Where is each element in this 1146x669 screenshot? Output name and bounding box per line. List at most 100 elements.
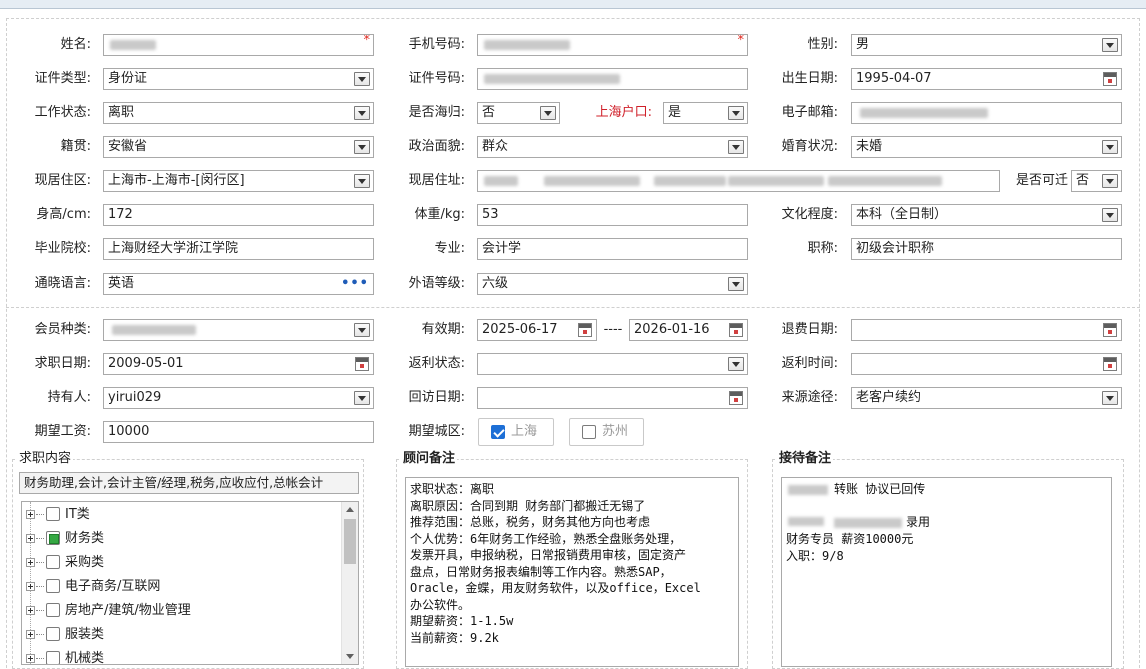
- tree-item-purchasing[interactable]: 采购类: [22, 552, 342, 574]
- height-field[interactable]: 172: [103, 204, 374, 226]
- political-select[interactable]: 群众: [477, 136, 748, 158]
- tree-item-it[interactable]: IT类: [22, 504, 342, 526]
- tree-item-machinery[interactable]: 机械类: [22, 648, 342, 664]
- expand-icon[interactable]: [26, 534, 35, 543]
- expand-icon[interactable]: [26, 606, 35, 615]
- checkbox-icon[interactable]: [46, 603, 60, 617]
- checkbox-icon[interactable]: [46, 555, 60, 569]
- expand-icon[interactable]: [26, 582, 35, 591]
- id-number-field[interactable]: [477, 68, 748, 90]
- refund-date-field[interactable]: [851, 319, 1122, 341]
- chevron-down-icon[interactable]: [728, 140, 744, 154]
- city-checkbox-shanghai[interactable]: 上海: [478, 418, 554, 446]
- chevron-down-icon[interactable]: [1102, 174, 1118, 188]
- holder-select[interactable]: yirui029: [103, 387, 374, 409]
- calendar-icon[interactable]: [1103, 72, 1117, 86]
- chevron-down-icon[interactable]: [728, 357, 744, 371]
- school-field[interactable]: 上海财经大学浙江学院: [103, 238, 374, 260]
- gender-select[interactable]: 男: [851, 34, 1122, 56]
- chevron-down-icon[interactable]: [354, 323, 370, 337]
- marital-select[interactable]: 未婚: [851, 136, 1122, 158]
- checkbox-partial-icon[interactable]: [46, 531, 60, 545]
- chevron-down-icon[interactable]: [1102, 140, 1118, 154]
- work-status-select[interactable]: 离职: [103, 102, 374, 124]
- job-summary-field[interactable]: 财务助理,会计,会计主管/经理,税务,应收应付,总帐会计: [19, 472, 359, 494]
- calendar-icon[interactable]: [578, 323, 592, 337]
- scroll-down-icon[interactable]: [346, 654, 354, 659]
- expand-icon[interactable]: [26, 654, 35, 663]
- revisit-date-field[interactable]: [477, 387, 748, 409]
- rebate-time-field[interactable]: [851, 353, 1122, 375]
- scroll-up-icon[interactable]: [346, 507, 354, 512]
- birth-date-label: 出生日期:: [781, 71, 838, 86]
- chevron-down-icon[interactable]: [354, 174, 370, 188]
- advisor-notes-textarea[interactable]: 求职状态：离职 离职原因：合同到期 财务部门都搬迁无锡了 推荐范围：总账，税务，…: [405, 477, 739, 667]
- scroll-thumb[interactable]: [344, 519, 356, 564]
- calendar-icon[interactable]: [355, 357, 369, 371]
- chevron-down-icon[interactable]: [354, 140, 370, 154]
- expected-salary-field[interactable]: 10000: [103, 421, 374, 443]
- native-place-select[interactable]: 安徽省: [103, 136, 374, 158]
- apply-date-field[interactable]: 2009-05-01: [103, 353, 374, 375]
- more-options-icon[interactable]: •••: [341, 276, 369, 292]
- chevron-down-icon[interactable]: [354, 106, 370, 120]
- education-select[interactable]: 本科（全日制）: [851, 204, 1122, 226]
- checkbox-icon[interactable]: [46, 507, 60, 521]
- name-field[interactable]: *: [103, 34, 374, 56]
- phone-field[interactable]: *: [477, 34, 748, 56]
- checkbox-icon[interactable]: [46, 627, 60, 641]
- checkbox-icon[interactable]: [582, 425, 596, 439]
- vertical-scrollbar[interactable]: [341, 502, 358, 664]
- tree-branch: [36, 514, 44, 515]
- address-field[interactable]: [477, 170, 1000, 192]
- major-field[interactable]: 会计学: [477, 238, 748, 260]
- calendar-icon[interactable]: [729, 323, 743, 337]
- valid-from-field[interactable]: 2025-06-17: [477, 319, 597, 341]
- city-checkbox-suzhou[interactable]: 苏州: [569, 418, 644, 446]
- tree-item-ecommerce[interactable]: 电子商务/互联网: [22, 576, 342, 598]
- expand-icon[interactable]: [26, 630, 35, 639]
- tree-item-finance[interactable]: 财务类: [22, 528, 342, 550]
- native-place-label: 籍贯:: [60, 139, 91, 154]
- calendar-icon[interactable]: [1103, 357, 1117, 371]
- job-title-field[interactable]: 初级会计职称: [851, 238, 1122, 260]
- note-line: 离职原因：合同到期 财务部门都搬迁无锡了: [410, 498, 646, 513]
- tree-item-realestate[interactable]: 房地产/建筑/物业管理: [22, 600, 342, 622]
- birth-date-field[interactable]: 1995-04-07: [851, 68, 1122, 90]
- calendar-icon[interactable]: [1103, 323, 1117, 337]
- reception-notes-textarea[interactable]: 转账 协议已回传 录用 财务专员 薪资10000元 入职：9/8: [781, 477, 1112, 667]
- expand-icon[interactable]: [26, 510, 35, 519]
- member-type-select[interactable]: [103, 319, 374, 341]
- overseas-select[interactable]: 否: [477, 102, 560, 124]
- checkbox-icon[interactable]: [46, 579, 60, 593]
- id-type-select[interactable]: 身份证: [103, 68, 374, 90]
- district-select[interactable]: 上海市-上海市-[闵行区]: [103, 170, 374, 192]
- id-number-label: 证件号码:: [408, 71, 465, 86]
- relocate-select[interactable]: 否: [1071, 170, 1122, 192]
- tree-branch: [36, 586, 44, 587]
- chevron-down-icon[interactable]: [728, 277, 744, 291]
- job-category-tree[interactable]: IT类 财务类 采购类 电子商务/互联网 房地产/建筑/物业管理 服装类 机械类: [21, 501, 359, 665]
- checkbox-icon[interactable]: [46, 651, 60, 664]
- weight-field[interactable]: 53: [477, 204, 748, 226]
- rebate-status-select[interactable]: [477, 353, 748, 375]
- redacted-text: [788, 485, 828, 495]
- chevron-down-icon[interactable]: [1102, 38, 1118, 52]
- hukou-select[interactable]: 是: [663, 102, 748, 124]
- tree-item-apparel[interactable]: 服装类: [22, 624, 342, 646]
- valid-to-field[interactable]: 2026-01-16: [629, 319, 748, 341]
- rebate-time-label: 返利时间:: [781, 356, 838, 371]
- source-select[interactable]: 老客户续约: [851, 387, 1122, 409]
- chevron-down-icon[interactable]: [354, 72, 370, 86]
- chevron-down-icon[interactable]: [540, 106, 556, 120]
- email-field[interactable]: [851, 102, 1122, 124]
- chevron-down-icon[interactable]: [728, 106, 744, 120]
- calendar-icon[interactable]: [729, 391, 743, 405]
- chevron-down-icon[interactable]: [1102, 391, 1118, 405]
- expand-icon[interactable]: [26, 558, 35, 567]
- chevron-down-icon[interactable]: [1102, 208, 1118, 222]
- checkbox-checked-icon[interactable]: [491, 425, 505, 439]
- chevron-down-icon[interactable]: [354, 391, 370, 405]
- language-field[interactable]: 英语 •••: [103, 273, 374, 295]
- language-level-select[interactable]: 六级: [477, 273, 748, 295]
